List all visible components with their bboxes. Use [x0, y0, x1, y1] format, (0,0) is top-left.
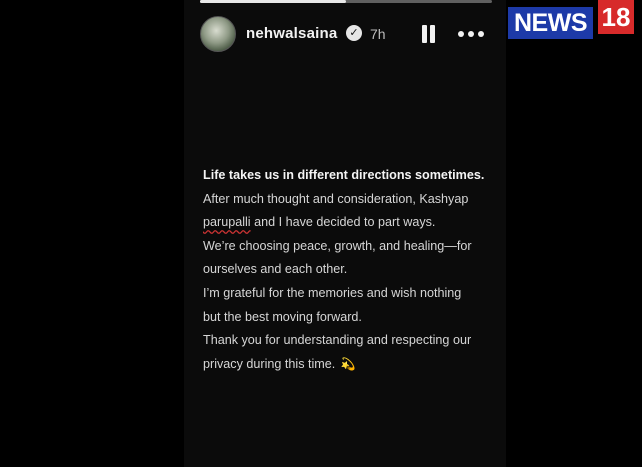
avatar[interactable] — [200, 16, 236, 52]
message-line: ourselves and each other. — [203, 262, 348, 277]
story-progress-bar — [200, 0, 492, 3]
more-options-icon[interactable] — [458, 31, 484, 37]
story-progress-fill — [200, 0, 346, 3]
logo-number: 18 — [598, 0, 634, 34]
message-line: After much thought and consideration, Ka… — [203, 191, 469, 206]
news18-logo: NEWS 18 — [506, 0, 636, 44]
username[interactable]: nehwalsaina — [246, 25, 337, 42]
message-line: We’re choosing peace, growth, and healin… — [203, 238, 472, 253]
dizzy-emoji-icon: 💫 — [340, 356, 356, 371]
message-line-text: privacy during this time. — [203, 356, 336, 371]
right-background — [506, 0, 642, 467]
story-timestamp: 7h — [370, 26, 386, 42]
message-line: I’m grateful for the memories and wish n… — [203, 285, 462, 300]
instagram-story[interactable]: nehwalsaina ✓ 7h Life takes us in differ… — [184, 0, 506, 467]
spellcheck-name: parupalli — [203, 215, 251, 230]
message-line: parupalli and I have decided to part way… — [203, 211, 503, 235]
message-line: Thank you for understanding and respecti… — [203, 333, 472, 348]
verified-badge-icon: ✓ — [346, 25, 362, 41]
story-header: nehwalsaina ✓ 7h — [200, 14, 492, 54]
message-heading: Life takes us in different directions so… — [203, 168, 485, 182]
message-line: privacy during this time. 💫 — [203, 353, 503, 377]
pause-icon[interactable] — [420, 25, 436, 43]
left-background — [0, 0, 184, 467]
story-message: Life takes us in different directions so… — [203, 164, 503, 376]
message-line-rest: and I have decided to part ways. — [250, 215, 436, 230]
message-line: but the best moving forward. — [203, 309, 362, 324]
logo-news-text: NEWS — [508, 7, 593, 39]
